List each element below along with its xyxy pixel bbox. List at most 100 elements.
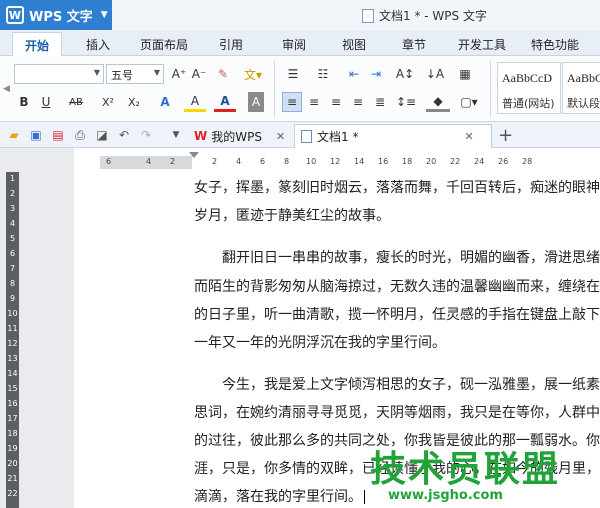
distribute-icon[interactable]: ≣ (370, 92, 390, 112)
tab-references[interactable]: 引用 (219, 36, 243, 53)
ruler-tick: 16 (7, 399, 18, 408)
ruler-tick: 28 (522, 157, 533, 166)
shrink-font-button[interactable]: A⁻ (190, 64, 208, 84)
collapse-left-icon[interactable]: ◀ (3, 84, 10, 94)
watermark-url: www.jsgho.com (388, 488, 503, 503)
ruler-tick: 22 (450, 157, 461, 166)
ruler-tick: 18 (7, 429, 18, 438)
app-menu-button[interactable]: W WPS 文字 ▼ (0, 0, 112, 30)
increase-indent-icon[interactable]: ⇥ (366, 64, 386, 84)
strike-button[interactable]: AB (62, 92, 90, 112)
undo-icon[interactable]: ↶ (116, 127, 132, 143)
tab-insert[interactable]: 插入 (86, 36, 110, 53)
phonetic-icon[interactable]: 文▾ (238, 64, 268, 84)
bold-button[interactable]: B (16, 92, 32, 112)
ruler-tick: 17 (7, 414, 18, 423)
tab-review[interactable]: 审阅 (282, 36, 306, 53)
document-line[interactable]: 思词，在婉约清丽寻寻觅觅，天阴等烟雨，我只是在等你，人群中一 (194, 398, 600, 428)
ribbon-separator (490, 60, 491, 118)
sort-icon[interactable]: ↓A (424, 64, 446, 84)
print-preview-icon[interactable]: ◪ (94, 127, 110, 143)
grow-font-button[interactable]: A⁺ (170, 64, 188, 84)
document-line[interactable]: 今生，我是爱上文字倾泻相思的女子，砚一泓雅墨，展一纸素笺 (194, 370, 600, 400)
tab-features[interactable]: 特色功能 (531, 36, 579, 53)
ruler-tick: 22 (7, 489, 18, 498)
highlight-button[interactable]: A (184, 92, 206, 112)
ruler-tick: 20 (7, 459, 18, 468)
align-left-icon[interactable]: ≡ (282, 92, 302, 112)
close-icon[interactable]: ✕ (464, 130, 473, 143)
tab-developer[interactable]: 开发工具 (458, 36, 506, 53)
char-shading-button[interactable]: A (248, 92, 264, 112)
ruler-tick: 3 (9, 204, 16, 213)
clear-format-icon[interactable]: ✎ (214, 64, 232, 84)
horizontal-ruler[interactable]: 6 4 2 2 4 6 8 10 12 14 16 18 20 22 24 26… (100, 156, 600, 169)
numbered-list-icon[interactable]: ☷ (312, 64, 334, 84)
font-size-combo[interactable]: 五号 ▼ (106, 64, 164, 84)
save-icon[interactable]: ▣ (28, 127, 44, 143)
table-grid-icon[interactable]: ▦ (454, 64, 476, 84)
tab-chapter[interactable]: 章节 (402, 36, 426, 53)
ruler-tick: 24 (474, 157, 485, 166)
ruler-tick: 19 (7, 444, 18, 453)
style-name: 默认段 (567, 97, 600, 110)
ruler-tick: 20 (426, 157, 437, 166)
chevron-down-icon: ▼ (100, 10, 108, 20)
vertical-ruler[interactable]: 1 2 3 4 5 6 7 8 9 10 11 12 13 14 15 16 1… (6, 172, 19, 508)
ruler-tick: 26 (498, 157, 509, 166)
font-name-combo[interactable]: ▼ (14, 64, 104, 84)
text-direction-icon[interactable]: A↕ (392, 64, 418, 84)
close-icon[interactable]: ✕ (276, 130, 285, 143)
ruler-tick: 12 (330, 157, 341, 166)
print-icon[interactable]: ⎙ (72, 127, 88, 143)
ruler-tick: 12 (7, 339, 18, 348)
redo-icon[interactable]: ↷ (138, 127, 154, 143)
window-title-text: 文档1 * - WPS 文字 (379, 9, 487, 23)
new-tab-plus-icon[interactable]: + (498, 125, 513, 146)
ruler-tick: 11 (7, 324, 18, 333)
export-pdf-icon[interactable]: ▤ (50, 127, 66, 143)
ruler-tick: 2 (170, 157, 176, 166)
ruler-tick: 13 (7, 354, 18, 363)
tab-view[interactable]: 视图 (342, 36, 366, 53)
bullet-list-icon[interactable]: ☰ (282, 64, 304, 84)
document-line[interactable]: 岁月，匿迹于静美红尘的故事。 (194, 201, 600, 231)
font-color-button[interactable]: A (214, 92, 236, 112)
open-folder-icon[interactable]: ▰ (6, 127, 22, 143)
style-default-paragraph[interactable]: AaBbC 默认段 (562, 62, 600, 114)
superscript-button[interactable]: X² (98, 92, 118, 112)
customize-dropdown-icon[interactable]: ▼ (168, 127, 184, 143)
border-icon[interactable]: ▢▾ (456, 92, 482, 112)
document-line[interactable]: 女子，挥墨，篆刻旧时烟云，落落而舞，千回百转后，痴迷的眼神， (194, 173, 600, 203)
style-normal-web[interactable]: AaBbCcD 普通(网站) (497, 62, 561, 114)
window-title: 文档1 * - WPS 文字 (362, 7, 487, 24)
tab-home[interactable]: 开始 (12, 32, 63, 57)
document-line[interactable]: 而陌生的背影匆匆从脑海掠过，无数久违的温馨幽幽而来，缠绕在指 (194, 272, 600, 302)
document-line[interactable]: 一年又一年的光阴浮沉在我的字里行间。 (194, 328, 600, 358)
underline-button[interactable]: U (38, 92, 54, 112)
style-sample: AaBbCcD (502, 71, 552, 85)
ruler-tick: 4 (9, 219, 16, 228)
app-name: WPS 文字 (29, 9, 93, 25)
ruler-tick: 1 (9, 174, 16, 183)
indent-marker-icon[interactable] (189, 152, 199, 158)
doc-tab-my-wps[interactable]: W 我的WPS ✕ (188, 124, 292, 148)
paragraph-shading-icon[interactable]: ◆ (426, 92, 450, 112)
doc-tab-document1[interactable]: 文档1 * ✕ (294, 124, 492, 148)
justify-icon[interactable]: ≡ (348, 92, 368, 112)
tab-page-layout[interactable]: 页面布局 (140, 36, 188, 53)
align-right-icon[interactable]: ≡ (326, 92, 346, 112)
ruler-tick: 5 (9, 234, 16, 243)
style-sample: AaBbC (567, 71, 600, 85)
document-line[interactable]: 翻开旧日一串串的故事，瘦长的时光，明媚的幽香，滑进思绪中 (194, 243, 600, 273)
decrease-indent-icon[interactable]: ⇤ (344, 64, 364, 84)
align-center-icon[interactable]: ≡ (304, 92, 324, 112)
document-icon (362, 8, 374, 23)
line-spacing-icon[interactable]: ↕≡ (394, 92, 418, 112)
subscript-button[interactable]: X₂ (124, 92, 144, 112)
title-bar: W WPS 文字 ▼ 文档1 * - WPS 文字 (0, 0, 600, 30)
text-effect-button[interactable]: A (156, 92, 174, 112)
site-watermark: 技术员联盟 www.jsgho.com (370, 440, 600, 508)
ruler-tick: 14 (354, 157, 365, 166)
document-line[interactable]: 的日子里，听一曲清歌，揽一怀明月，任灵感的手指在键盘上敲下一 (194, 300, 600, 330)
